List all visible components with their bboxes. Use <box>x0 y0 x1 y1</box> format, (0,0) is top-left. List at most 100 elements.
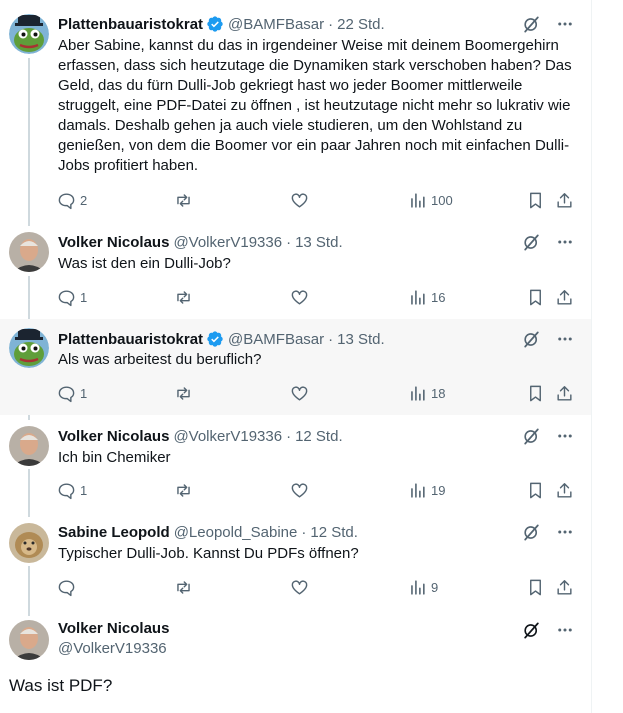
tweet-top-actions <box>521 620 575 640</box>
more-options-icon[interactable] <box>555 14 575 34</box>
tweet-actions: 1 19 <box>52 478 582 502</box>
tweet-text: Typischer Dulli-Job. Kannst Du PDFs öffn… <box>58 545 359 562</box>
grok-icon[interactable] <box>521 522 541 542</box>
bookmark-icon <box>530 385 541 401</box>
like-button[interactable] <box>290 285 309 309</box>
bookmark-button[interactable] <box>526 478 545 502</box>
display-name[interactable]: Volker Nicolaus <box>58 234 169 251</box>
grok-icon[interactable] <box>521 14 541 34</box>
tweet-top-actions <box>521 522 575 542</box>
avatar[interactable] <box>9 426 49 466</box>
separator-dot: · <box>328 330 334 348</box>
reply-icon <box>58 289 75 306</box>
tweet-actions: 1 16 <box>52 285 582 309</box>
tweet-text: Was ist PDF? <box>9 676 113 695</box>
bookmark-button[interactable] <box>526 188 545 212</box>
bookmark-button[interactable] <box>526 575 545 599</box>
tweet-actions: 9 <box>52 575 582 599</box>
views-button[interactable]: 16 <box>408 285 445 309</box>
tweet[interactable]: Plattenbauaristokrat @BAMFBasar · 22 Std… <box>0 0 591 222</box>
share-button[interactable] <box>555 575 574 599</box>
like-button[interactable] <box>290 478 309 502</box>
display-name[interactable]: Sabine Leopold <box>58 524 170 541</box>
more-options-icon[interactable] <box>555 620 575 640</box>
views-button[interactable]: 18 <box>408 381 445 405</box>
like-button[interactable] <box>290 575 309 599</box>
like-icon <box>291 385 308 401</box>
retweet-button[interactable] <box>174 285 193 309</box>
avatar[interactable] <box>9 328 49 368</box>
grok-icon[interactable] <box>521 620 541 640</box>
retweet-icon <box>177 290 190 304</box>
avatar[interactable] <box>9 523 49 563</box>
more-options-icon[interactable] <box>555 232 575 252</box>
user-handle[interactable]: @VolkerV19336 <box>58 640 167 657</box>
more-options-icon[interactable] <box>555 329 575 349</box>
reply-button[interactable]: 1 <box>57 381 87 405</box>
separator-dot: · <box>301 523 307 541</box>
retweet-button[interactable] <box>174 188 193 212</box>
views-count: 16 <box>431 289 446 305</box>
tweet-top-actions <box>521 329 575 349</box>
user-handle[interactable]: @BAMFBasar <box>228 331 324 348</box>
user-handle[interactable]: @BAMFBasar <box>228 16 324 33</box>
tweet[interactable]: Sabine Leopold @Leopold_Sabine · 12 Std.… <box>0 512 591 609</box>
more-options-icon[interactable] <box>555 522 575 542</box>
views-button[interactable]: 100 <box>408 188 453 212</box>
timestamp[interactable]: 12 Std. <box>295 428 343 445</box>
grok-icon[interactable] <box>521 329 541 349</box>
reply-button[interactable]: 1 <box>57 478 87 502</box>
display-name[interactable]: Plattenbauaristokrat <box>58 16 203 33</box>
reply-count: 1 <box>80 385 88 401</box>
user-handle[interactable]: @VolkerV19336 <box>173 234 282 251</box>
tweet-header: Sabine Leopold @Leopold_Sabine · 12 Std. <box>58 522 358 542</box>
timestamp[interactable]: 13 Std. <box>295 234 343 251</box>
user-handle[interactable]: @VolkerV19336 <box>173 428 282 445</box>
timestamp[interactable]: 12 Std. <box>310 524 358 541</box>
views-button[interactable]: 19 <box>408 478 445 502</box>
like-button[interactable] <box>290 188 309 212</box>
reply-button[interactable]: 1 <box>57 285 87 309</box>
display-name[interactable]: Volker Nicolaus <box>58 428 169 445</box>
like-button[interactable] <box>290 381 309 405</box>
retweet-button[interactable] <box>174 575 193 599</box>
tweet-actions: 1 18 <box>52 381 582 405</box>
avatar[interactable] <box>9 232 49 272</box>
views-button[interactable]: 9 <box>408 575 438 599</box>
share-button[interactable] <box>555 285 574 309</box>
bookmark-button[interactable] <box>526 381 545 405</box>
bookmark-button[interactable] <box>526 285 545 309</box>
verified-badge-icon <box>206 330 224 348</box>
reply-button[interactable] <box>57 575 80 599</box>
user-handle[interactable]: @Leopold_Sabine <box>174 524 298 541</box>
reply-count: 2 <box>80 192 88 208</box>
tweet[interactable]: Plattenbauaristokrat @BAMFBasar · 13 Std… <box>0 319 591 415</box>
views-icon <box>411 192 425 208</box>
tweet[interactable]: Volker Nicolaus @VolkerV19336 · 12 Std. … <box>0 415 591 512</box>
tweet-header: Plattenbauaristokrat @BAMFBasar · 13 Std… <box>58 329 385 349</box>
retweet-button[interactable] <box>174 478 193 502</box>
display-name[interactable]: Volker Nicolaus <box>58 620 169 637</box>
reply-button[interactable]: 2 <box>57 188 87 212</box>
like-icon <box>291 579 308 595</box>
bookmark-icon <box>530 192 541 208</box>
share-button[interactable] <box>555 478 574 502</box>
retweet-button[interactable] <box>174 381 193 405</box>
like-icon <box>291 192 308 208</box>
more-options-icon[interactable] <box>555 426 575 446</box>
retweet-icon <box>177 386 190 400</box>
avatar[interactable] <box>9 14 49 54</box>
display-name[interactable]: Plattenbauaristokrat <box>58 331 203 348</box>
tweet-header: Volker Nicolaus @VolkerV19336 · 13 Std. <box>58 232 343 252</box>
grok-icon[interactable] <box>521 232 541 252</box>
share-button[interactable] <box>555 188 574 212</box>
timestamp[interactable]: 13 Std. <box>337 331 385 348</box>
share-button[interactable] <box>555 381 574 405</box>
timestamp[interactable]: 22 Std. <box>337 16 385 33</box>
views-count: 100 <box>431 192 453 208</box>
grok-icon[interactable] <box>521 426 541 446</box>
tweet-text: Ich bin Chemiker <box>58 449 171 466</box>
avatar[interactable] <box>9 620 49 660</box>
tweet-top-actions <box>521 426 575 446</box>
tweet[interactable]: Volker Nicolaus @VolkerV19336 · 13 Std. … <box>0 222 591 319</box>
